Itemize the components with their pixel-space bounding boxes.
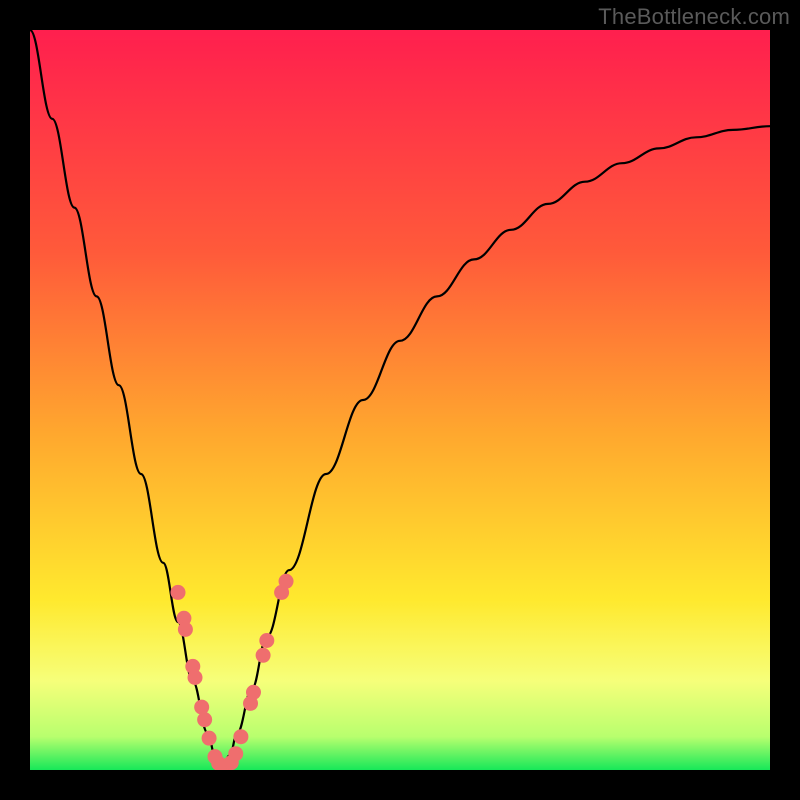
marker-group xyxy=(171,574,294,770)
plot-area xyxy=(30,30,770,770)
curve-marker xyxy=(202,731,217,746)
curve-marker xyxy=(256,648,271,663)
curve-marker xyxy=(188,670,203,685)
curve-marker xyxy=(228,746,243,761)
bottleneck-curve xyxy=(30,30,770,766)
curve-marker xyxy=(279,574,294,589)
curve-marker xyxy=(197,712,212,727)
curve-marker xyxy=(259,633,274,648)
curve-marker xyxy=(246,685,261,700)
chart-frame: TheBottleneck.com xyxy=(0,0,800,800)
attribution-label: TheBottleneck.com xyxy=(598,4,790,30)
bottleneck-curve-svg xyxy=(30,30,770,770)
curve-marker xyxy=(178,622,193,637)
curve-marker xyxy=(233,729,248,744)
curve-marker xyxy=(171,585,186,600)
curve-marker xyxy=(194,700,209,715)
